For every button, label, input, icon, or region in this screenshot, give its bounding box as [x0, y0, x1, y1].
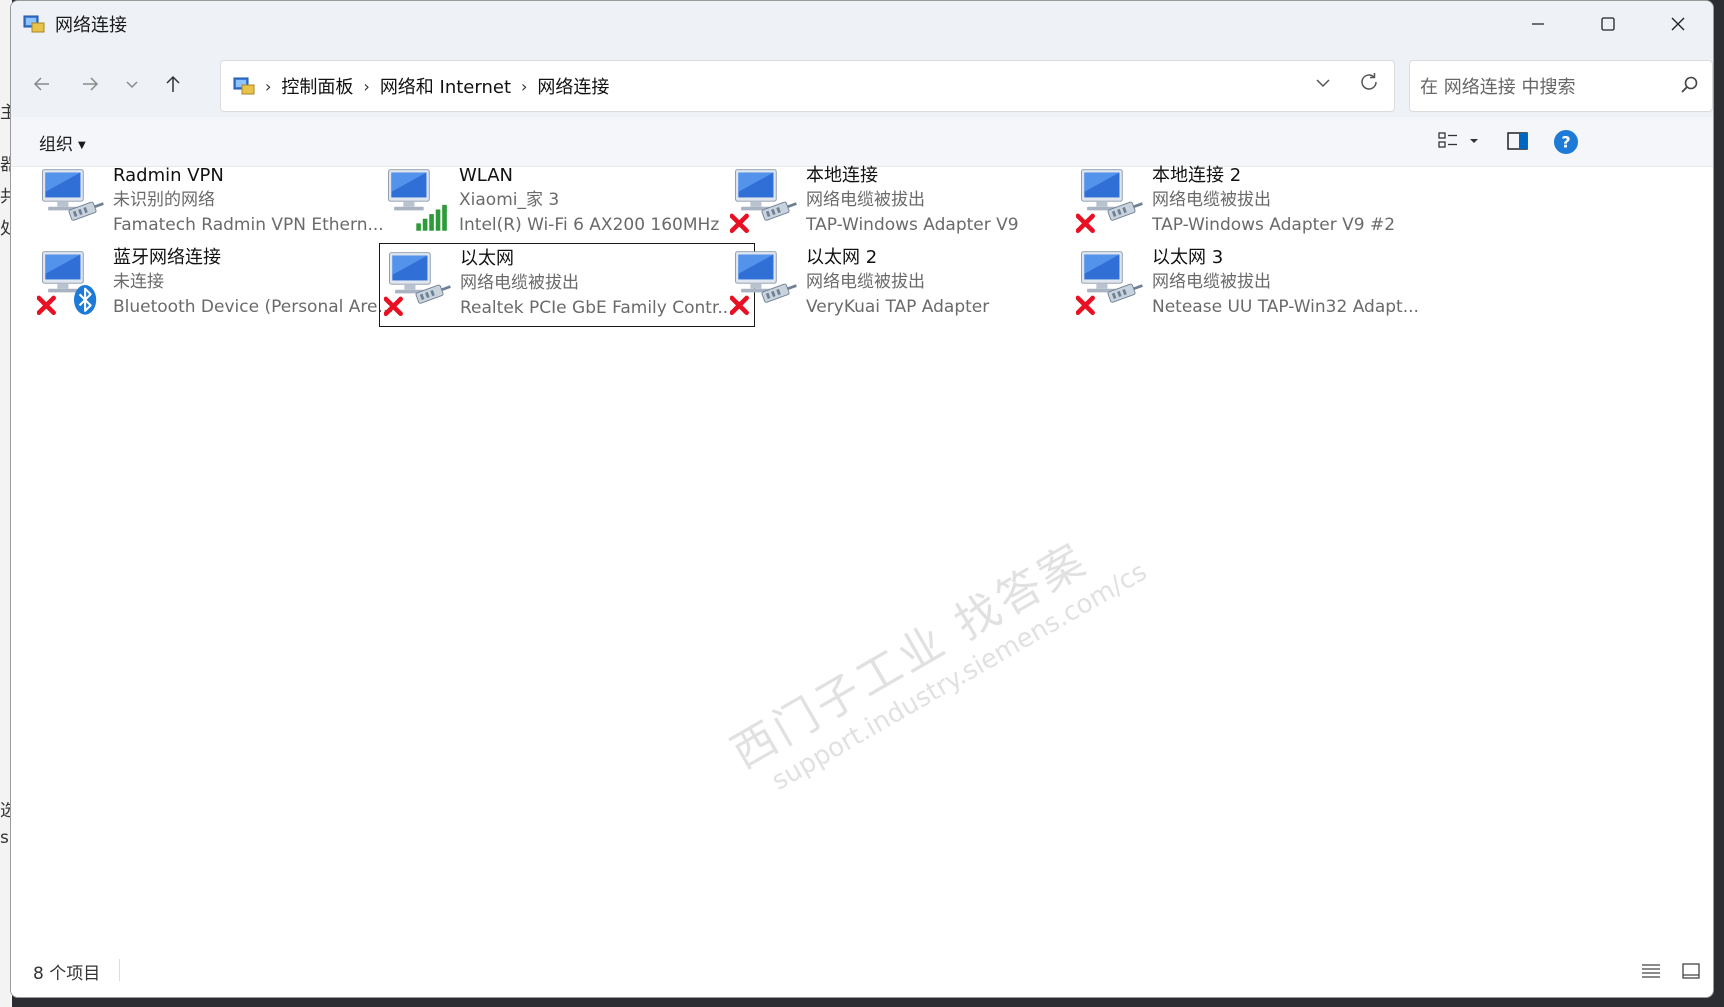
chevron-down-icon: [1316, 79, 1330, 88]
navigation-bar: › 控制面板 › 网络和 Internet › 网络连接 在 网络连接 中搜索: [11, 47, 1713, 117]
close-button[interactable]: [1643, 1, 1713, 47]
network-adapter-icon: [42, 169, 104, 221]
help-button[interactable]: ?: [1553, 129, 1579, 159]
arrow-left-icon: [33, 77, 49, 91]
status-divider: [119, 959, 120, 981]
connection-status: 网络电缆被拔出: [1152, 190, 1271, 210]
chevron-right-icon[interactable]: ›: [363, 77, 369, 96]
connections-list[interactable]: 西门子工业 找答案 support.industry.siemens.com/c…: [11, 165, 1713, 947]
connection-name: Radmin VPN: [113, 165, 224, 186]
connection-device: Famatech Radmin VPN Ethern...: [113, 215, 384, 235]
connection-item[interactable]: WLAN Xiaomi_家 3 Intel(R) Wi-Fi 6 AX200 1…: [379, 161, 755, 245]
refresh-icon: [1361, 73, 1377, 90]
watermark-line-2: support.industry.siemens.com/cs: [766, 556, 1153, 797]
connection-device: Realtek PCIe GbE Family Contr...: [460, 298, 734, 318]
connection-device: VeryKuai TAP Adapter: [806, 297, 990, 317]
connection-item[interactable]: 以太网 3 网络电缆被拔出 Netease UU TAP-Win32 Adapt…: [1072, 243, 1448, 327]
command-bar: 组织 ▼ ?: [11, 117, 1713, 167]
connection-item[interactable]: 蓝牙网络连接 未连接 Bluetooth Device (Personal Ar…: [33, 243, 409, 327]
connection-item[interactable]: 本地连接 2 网络电缆被拔出 TAP-Windows Adapter V9 #2: [1072, 161, 1448, 245]
connection-device: TAP-Windows Adapter V9 #2: [1152, 215, 1396, 235]
connection-status: 未连接: [113, 272, 164, 292]
network-adapter-icon: [730, 169, 797, 234]
connection-item[interactable]: Radmin VPN 未识别的网络 Famatech Radmin VPN Et…: [33, 161, 409, 245]
connection-name: 以太网 3: [1152, 247, 1224, 268]
chevron-down-icon: [126, 81, 138, 89]
preview-pane-icon: [1507, 132, 1528, 150]
change-view-button[interactable]: [1437, 129, 1487, 157]
connection-name: WLAN: [459, 165, 514, 186]
network-adapter-icon: [384, 252, 451, 317]
svg-text:?: ?: [1561, 133, 1570, 152]
network-connections-window: 网络连接 › 控制面板 › 网络和 Internet › 网络连接 在 网络连接…: [10, 0, 1714, 998]
window-title: 网络连接: [55, 15, 127, 36]
address-bar[interactable]: › 控制面板 › 网络和 Internet › 网络连接: [220, 60, 1395, 112]
status-bar: 8 个项目: [11, 945, 1713, 997]
back-button[interactable]: [25, 67, 59, 101]
connection-item[interactable]: 以太网 网络电缆被拔出 Realtek PCIe GbE Family Cont…: [379, 243, 755, 327]
connection-status: 网络电缆被拔出: [1152, 272, 1271, 292]
view-options-icon: [1438, 132, 1478, 148]
item-count: 8 个项目: [33, 964, 101, 984]
connection-device: TAP-Windows Adapter V9: [806, 215, 1019, 235]
connection-name: 以太网: [460, 248, 514, 269]
connection-device: Intel(R) Wi-Fi 6 AX200 160MHz: [459, 215, 720, 235]
breadcrumb-network-internet[interactable]: 网络和 Internet: [380, 73, 511, 99]
minimize-button[interactable]: [1503, 1, 1573, 47]
large-icons-view-icon: [1682, 963, 1700, 979]
search-input[interactable]: 在 网络连接 中搜索: [1420, 73, 1575, 99]
network-folder-icon: [23, 14, 45, 34]
title-bar[interactable]: 网络连接: [11, 1, 1713, 47]
refresh-button[interactable]: [1358, 71, 1380, 99]
breadcrumb-control-panel[interactable]: 控制面板: [281, 73, 353, 99]
connection-device: Netease UU TAP-Win32 Adapt...: [1152, 297, 1419, 317]
wifi-adapter-icon: [388, 169, 447, 231]
search-icon[interactable]: [1680, 75, 1700, 95]
watermark-line-1: 西门子工业 找答案: [722, 533, 1097, 779]
chevron-right-icon: ›: [265, 76, 272, 96]
arrow-up-icon: [166, 75, 180, 92]
organize-label: 组织: [39, 135, 73, 155]
help-icon: ?: [1554, 130, 1578, 154]
connection-name: 以太网 2: [806, 247, 878, 268]
details-view-icon: [1642, 964, 1660, 978]
arrow-right-icon: [83, 77, 99, 91]
connection-name: 本地连接: [806, 165, 878, 186]
connection-item[interactable]: 以太网 2 网络电缆被拔出 VeryKuai TAP Adapter: [726, 243, 1102, 327]
watermark: 西门子工业 找答案 support.industry.siemens.com/c…: [717, 501, 1152, 806]
connection-device: Bluetooth Device (Personal Are...: [113, 297, 394, 317]
network-adapter-icon: [1076, 169, 1143, 234]
caret-down-icon: ▼: [78, 139, 86, 151]
connection-name: 本地连接 2: [1152, 165, 1242, 186]
connection-item[interactable]: 本地连接 网络电缆被拔出 TAP-Windows Adapter V9: [726, 161, 1102, 245]
breadcrumb-network-connections[interactable]: 网络连接: [537, 73, 609, 99]
large-icons-view-button[interactable]: [1681, 961, 1701, 985]
connection-status: 未识别的网络: [113, 190, 215, 210]
chevron-right-icon[interactable]: ›: [521, 77, 527, 96]
address-history-button[interactable]: [1314, 74, 1332, 96]
organize-menu-button[interactable]: 组织 ▼: [39, 130, 86, 155]
connection-status: Xiaomi_家 3: [459, 190, 560, 210]
preview-pane-button[interactable]: [1506, 129, 1530, 157]
maximize-button[interactable]: [1573, 1, 1643, 47]
details-view-button[interactable]: [1641, 961, 1661, 985]
connection-status: 网络电缆被拔出: [460, 273, 579, 293]
up-button[interactable]: [156, 67, 190, 101]
control-panel-icon: [233, 76, 255, 96]
network-adapter-icon: [1076, 251, 1143, 316]
connection-status: 网络电缆被拔出: [806, 272, 925, 292]
bluetooth-adapter-icon: [37, 251, 97, 316]
forward-button[interactable]: [73, 67, 107, 101]
connection-name: 蓝牙网络连接: [113, 247, 221, 268]
recent-locations-button[interactable]: [115, 67, 149, 101]
network-adapter-icon: [730, 251, 797, 316]
connection-status: 网络电缆被拔出: [806, 190, 925, 210]
search-box[interactable]: 在 网络连接 中搜索: [1409, 60, 1713, 112]
